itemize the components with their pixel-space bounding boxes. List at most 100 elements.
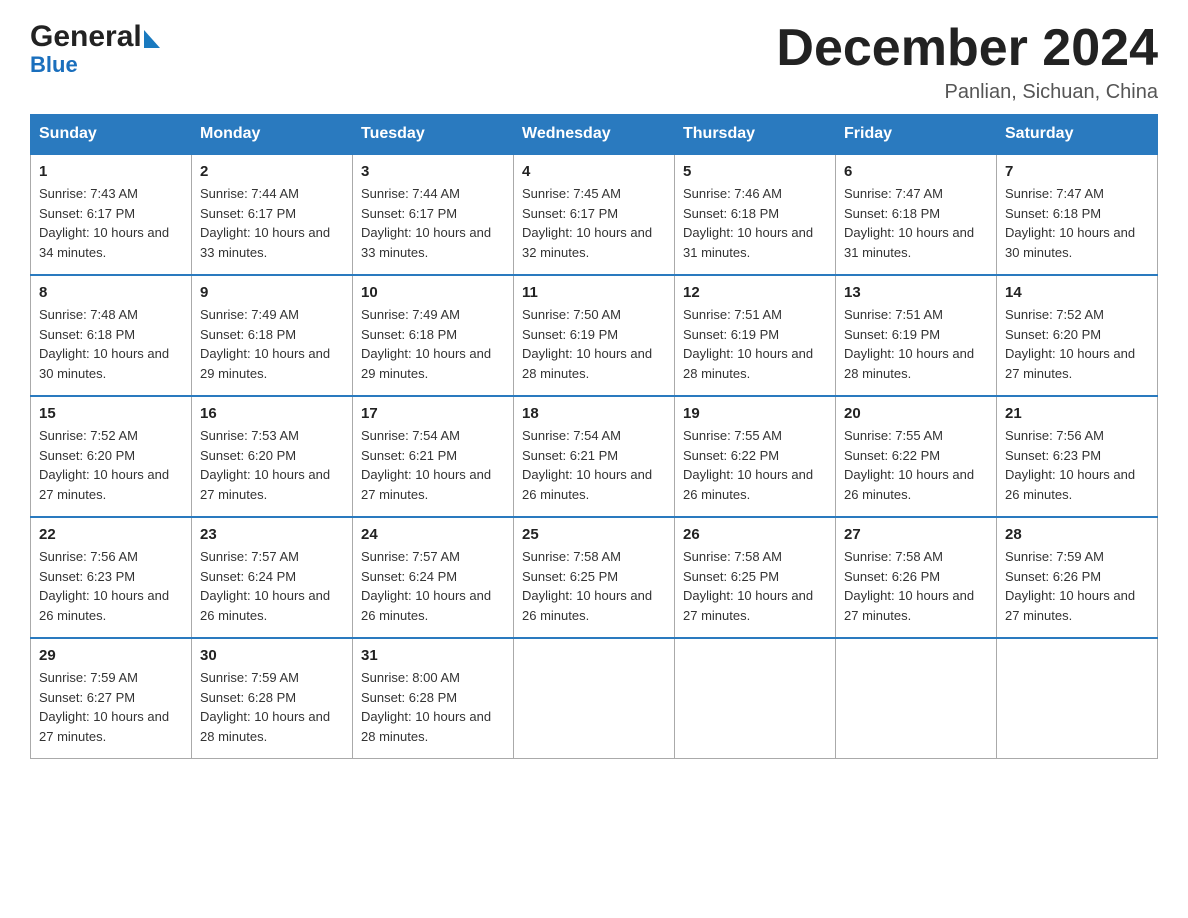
day-cell-17: 17 Sunrise: 7:54 AMSunset: 6:21 PMDaylig… [353, 396, 514, 517]
day-cell-20: 20 Sunrise: 7:55 AMSunset: 6:22 PMDaylig… [836, 396, 997, 517]
day-info: Sunrise: 7:49 AMSunset: 6:18 PMDaylight:… [200, 307, 330, 381]
header-thursday: Thursday [675, 115, 836, 155]
header-wednesday: Wednesday [514, 115, 675, 155]
day-number: 10 [361, 284, 505, 301]
day-cell-9: 9 Sunrise: 7:49 AMSunset: 6:18 PMDayligh… [192, 275, 353, 396]
day-number: 26 [683, 526, 827, 543]
logo-arrow-icon [144, 30, 160, 48]
empty-cell [675, 638, 836, 759]
title-block: December 2024 Panlian, Sichuan, China [776, 20, 1158, 104]
day-cell-18: 18 Sunrise: 7:54 AMSunset: 6:21 PMDaylig… [514, 396, 675, 517]
day-info: Sunrise: 7:58 AMSunset: 6:26 PMDaylight:… [844, 549, 974, 623]
day-cell-13: 13 Sunrise: 7:51 AMSunset: 6:19 PMDaylig… [836, 275, 997, 396]
logo: General Blue [30, 20, 160, 78]
header-monday: Monday [192, 115, 353, 155]
day-number: 1 [39, 163, 183, 180]
page-header: General Blue December 2024 Panlian, Sich… [30, 20, 1158, 104]
day-info: Sunrise: 7:46 AMSunset: 6:18 PMDaylight:… [683, 186, 813, 260]
day-number: 13 [844, 284, 988, 301]
day-number: 7 [1005, 163, 1149, 180]
day-cell-12: 12 Sunrise: 7:51 AMSunset: 6:19 PMDaylig… [675, 275, 836, 396]
day-number: 2 [200, 163, 344, 180]
day-number: 4 [522, 163, 666, 180]
day-info: Sunrise: 7:55 AMSunset: 6:22 PMDaylight:… [683, 428, 813, 502]
header-saturday: Saturday [997, 115, 1158, 155]
day-info: Sunrise: 7:45 AMSunset: 6:17 PMDaylight:… [522, 186, 652, 260]
day-number: 20 [844, 405, 988, 422]
day-number: 12 [683, 284, 827, 301]
day-number: 6 [844, 163, 988, 180]
day-info: Sunrise: 7:51 AMSunset: 6:19 PMDaylight:… [683, 307, 813, 381]
empty-cell [514, 638, 675, 759]
week-row-4: 22 Sunrise: 7:56 AMSunset: 6:23 PMDaylig… [31, 517, 1158, 638]
header-friday: Friday [836, 115, 997, 155]
day-number: 25 [522, 526, 666, 543]
day-number: 8 [39, 284, 183, 301]
calendar-table: SundayMondayTuesdayWednesdayThursdayFrid… [30, 114, 1158, 759]
day-number: 5 [683, 163, 827, 180]
day-cell-28: 28 Sunrise: 7:59 AMSunset: 6:26 PMDaylig… [997, 517, 1158, 638]
day-info: Sunrise: 7:53 AMSunset: 6:20 PMDaylight:… [200, 428, 330, 502]
day-number: 15 [39, 405, 183, 422]
day-cell-10: 10 Sunrise: 7:49 AMSunset: 6:18 PMDaylig… [353, 275, 514, 396]
day-info: Sunrise: 7:54 AMSunset: 6:21 PMDaylight:… [361, 428, 491, 502]
header-tuesday: Tuesday [353, 115, 514, 155]
day-cell-19: 19 Sunrise: 7:55 AMSunset: 6:22 PMDaylig… [675, 396, 836, 517]
day-info: Sunrise: 7:49 AMSunset: 6:18 PMDaylight:… [361, 307, 491, 381]
day-info: Sunrise: 7:55 AMSunset: 6:22 PMDaylight:… [844, 428, 974, 502]
week-row-1: 1 Sunrise: 7:43 AMSunset: 6:17 PMDayligh… [31, 154, 1158, 275]
day-cell-4: 4 Sunrise: 7:45 AMSunset: 6:17 PMDayligh… [514, 154, 675, 275]
empty-cell [836, 638, 997, 759]
day-cell-24: 24 Sunrise: 7:57 AMSunset: 6:24 PMDaylig… [353, 517, 514, 638]
day-info: Sunrise: 7:52 AMSunset: 6:20 PMDaylight:… [1005, 307, 1135, 381]
day-cell-22: 22 Sunrise: 7:56 AMSunset: 6:23 PMDaylig… [31, 517, 192, 638]
day-number: 31 [361, 647, 505, 664]
day-info: Sunrise: 7:57 AMSunset: 6:24 PMDaylight:… [361, 549, 491, 623]
day-cell-11: 11 Sunrise: 7:50 AMSunset: 6:19 PMDaylig… [514, 275, 675, 396]
day-cell-5: 5 Sunrise: 7:46 AMSunset: 6:18 PMDayligh… [675, 154, 836, 275]
day-info: Sunrise: 7:47 AMSunset: 6:18 PMDaylight:… [844, 186, 974, 260]
calendar-body: 1 Sunrise: 7:43 AMSunset: 6:17 PMDayligh… [31, 154, 1158, 759]
day-cell-2: 2 Sunrise: 7:44 AMSunset: 6:17 PMDayligh… [192, 154, 353, 275]
day-info: Sunrise: 7:51 AMSunset: 6:19 PMDaylight:… [844, 307, 974, 381]
location-subtitle: Panlian, Sichuan, China [776, 81, 1158, 104]
day-cell-7: 7 Sunrise: 7:47 AMSunset: 6:18 PMDayligh… [997, 154, 1158, 275]
day-info: Sunrise: 7:59 AMSunset: 6:28 PMDaylight:… [200, 670, 330, 744]
day-number: 18 [522, 405, 666, 422]
day-number: 30 [200, 647, 344, 664]
day-info: Sunrise: 7:54 AMSunset: 6:21 PMDaylight:… [522, 428, 652, 502]
day-number: 16 [200, 405, 344, 422]
day-number: 11 [522, 284, 666, 301]
day-info: Sunrise: 7:52 AMSunset: 6:20 PMDaylight:… [39, 428, 169, 502]
day-info: Sunrise: 8:00 AMSunset: 6:28 PMDaylight:… [361, 670, 491, 744]
day-info: Sunrise: 7:59 AMSunset: 6:26 PMDaylight:… [1005, 549, 1135, 623]
day-number: 21 [1005, 405, 1149, 422]
day-info: Sunrise: 7:56 AMSunset: 6:23 PMDaylight:… [39, 549, 169, 623]
header-sunday: Sunday [31, 115, 192, 155]
day-info: Sunrise: 7:50 AMSunset: 6:19 PMDaylight:… [522, 307, 652, 381]
week-row-3: 15 Sunrise: 7:52 AMSunset: 6:20 PMDaylig… [31, 396, 1158, 517]
day-info: Sunrise: 7:47 AMSunset: 6:18 PMDaylight:… [1005, 186, 1135, 260]
week-row-2: 8 Sunrise: 7:48 AMSunset: 6:18 PMDayligh… [31, 275, 1158, 396]
day-number: 17 [361, 405, 505, 422]
day-info: Sunrise: 7:44 AMSunset: 6:17 PMDaylight:… [200, 186, 330, 260]
day-cell-6: 6 Sunrise: 7:47 AMSunset: 6:18 PMDayligh… [836, 154, 997, 275]
week-row-5: 29 Sunrise: 7:59 AMSunset: 6:27 PMDaylig… [31, 638, 1158, 759]
day-number: 14 [1005, 284, 1149, 301]
empty-cell [997, 638, 1158, 759]
logo-general-text: General [30, 20, 142, 54]
calendar-header: SundayMondayTuesdayWednesdayThursdayFrid… [31, 115, 1158, 155]
day-info: Sunrise: 7:44 AMSunset: 6:17 PMDaylight:… [361, 186, 491, 260]
day-cell-14: 14 Sunrise: 7:52 AMSunset: 6:20 PMDaylig… [997, 275, 1158, 396]
day-number: 19 [683, 405, 827, 422]
day-cell-30: 30 Sunrise: 7:59 AMSunset: 6:28 PMDaylig… [192, 638, 353, 759]
day-number: 3 [361, 163, 505, 180]
day-number: 9 [200, 284, 344, 301]
day-cell-8: 8 Sunrise: 7:48 AMSunset: 6:18 PMDayligh… [31, 275, 192, 396]
day-number: 24 [361, 526, 505, 543]
day-number: 28 [1005, 526, 1149, 543]
day-cell-31: 31 Sunrise: 8:00 AMSunset: 6:28 PMDaylig… [353, 638, 514, 759]
day-cell-23: 23 Sunrise: 7:57 AMSunset: 6:24 PMDaylig… [192, 517, 353, 638]
day-cell-26: 26 Sunrise: 7:58 AMSunset: 6:25 PMDaylig… [675, 517, 836, 638]
day-info: Sunrise: 7:48 AMSunset: 6:18 PMDaylight:… [39, 307, 169, 381]
